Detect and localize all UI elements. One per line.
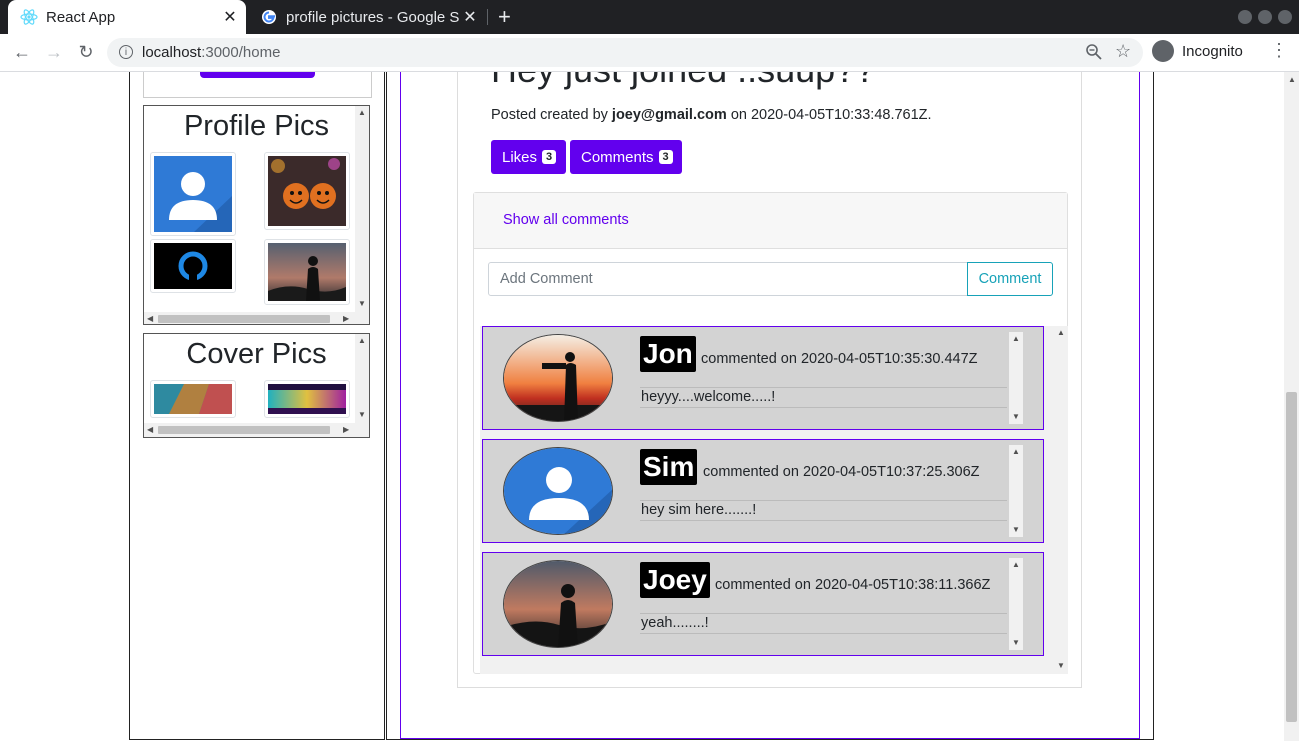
tab-profile-pictures[interactable]: profile pictures - Google S ✕	[248, 0, 486, 34]
default-avatar-image	[154, 156, 232, 232]
url-path: :3000/home	[201, 44, 281, 61]
comment-scrollbar[interactable]: ▲ ▼	[1009, 332, 1023, 424]
post-title: Hey just joined ..suup??	[491, 72, 875, 91]
cover-pic-thumb[interactable]	[264, 380, 350, 418]
comment-meta: commented on 2020-04-05T10:37:25.306Z	[703, 464, 980, 480]
profile-pic-thumb[interactable]	[264, 239, 350, 305]
info-icon[interactable]: i	[119, 45, 133, 59]
forward-icon[interactable]: →	[42, 40, 66, 64]
comment-text: yeah........!	[640, 613, 1007, 634]
comment-submit-button[interactable]: Comment	[967, 262, 1053, 296]
post-meta-prefix: Posted created by	[491, 107, 608, 123]
profile-pics-hscroll[interactable]: ◀ ▶	[144, 312, 369, 324]
browser-menu-icon[interactable]: ⋮	[1270, 40, 1288, 61]
browser-tab-strip: React App ✕ profile pictures - Google S …	[0, 0, 1299, 34]
cover-pic-thumb[interactable]	[150, 380, 236, 418]
cover-pics-title: Cover Pics	[186, 338, 327, 370]
close-window-icon[interactable]	[1278, 10, 1292, 24]
scroll-up-icon[interactable]: ▲	[1288, 75, 1296, 84]
add-comment-input[interactable]	[488, 262, 968, 296]
comments-button[interactable]: Comments 3	[570, 140, 682, 174]
zoom-icon[interactable]	[1085, 43, 1103, 61]
comment-avatar	[503, 560, 613, 648]
bookmark-star-icon[interactable]: ☆	[1115, 41, 1131, 62]
silhouette-image	[268, 243, 346, 301]
logo-image	[154, 243, 232, 289]
comment-meta: commented on 2020-04-05T10:38:11.366Z	[715, 577, 991, 593]
address-bar[interactable]: i localhost:3000/home	[107, 38, 1143, 67]
google-icon	[260, 8, 278, 26]
react-icon	[20, 8, 38, 26]
comment-item: Sim commented on 2020-04-05T10:37:25.306…	[482, 439, 1044, 543]
page-scrollbar-thumb[interactable]	[1286, 392, 1297, 722]
cover-image-bokeh	[268, 384, 346, 414]
tab-separator	[487, 9, 488, 25]
likes-button[interactable]: Likes 3	[491, 140, 566, 174]
post-meta: Posted created by joey@gmail.com on 2020…	[491, 107, 932, 123]
url-host: localhost	[142, 44, 202, 61]
page-viewport: Profile Pics ▲ ▼ ◀ ▶ Cover Pics ▲ ▼ ◀ ▶ …	[0, 72, 1284, 741]
comment-item: Jon commented on 2020-04-05T10:35:30.447…	[482, 326, 1044, 430]
page-scrollbar[interactable]: ▲	[1284, 72, 1299, 741]
comment-meta: commented on 2020-04-05T10:35:30.447Z	[701, 351, 978, 367]
url-text: localhost:3000/home	[142, 44, 280, 61]
cover-pics-vscroll[interactable]: ▲ ▼	[355, 334, 369, 423]
minimize-icon[interactable]	[1238, 10, 1252, 24]
cover-pics-panel: Cover Pics ▲ ▼ ◀ ▶	[143, 333, 370, 438]
browser-toolbar: ← → ↻ i localhost:3000/home	[0, 34, 1299, 72]
cover-image-polygon	[154, 384, 232, 414]
profile-pic-thumb[interactable]	[150, 239, 236, 293]
comment-avatar	[503, 447, 613, 535]
incognito-label: Incognito	[1182, 42, 1243, 60]
new-tab-icon[interactable]: +	[498, 4, 511, 30]
comment-scrollbar[interactable]: ▲ ▼	[1009, 558, 1023, 650]
maximize-icon[interactable]	[1258, 10, 1272, 24]
comment-list-scrollbar[interactable]: ▲ ▼	[1054, 326, 1068, 674]
comment-author: Jon	[640, 336, 696, 372]
likes-label: Likes	[502, 148, 538, 166]
likes-count-badge: 3	[542, 150, 557, 164]
tab-title: profile pictures - Google S	[286, 8, 460, 26]
hscroll-thumb[interactable]	[158, 426, 330, 434]
comment-author: Joey	[640, 562, 710, 598]
comment-scrollbar[interactable]: ▲ ▼	[1009, 445, 1023, 537]
comments-header: Show all comments	[474, 193, 1067, 249]
comment-text: heyyy....welcome.....!	[640, 387, 1007, 408]
post-date: on 2020-04-05T10:33:48.761Z.	[730, 107, 932, 123]
comment-list: ▲ ▼ Jon commented on 2020-04-05T10:35:30…	[480, 326, 1068, 674]
comment-avatar	[503, 334, 613, 422]
reload-icon[interactable]: ↻	[74, 40, 98, 64]
profile-action-button[interactable]	[200, 72, 315, 78]
profile-pic-thumb[interactable]	[150, 152, 236, 236]
comment-item: Joey commented on 2020-04-05T10:38:11.36…	[482, 552, 1044, 656]
comment-text: hey sim here.......!	[640, 500, 1007, 521]
cover-pics-hscroll[interactable]: ◀ ▶	[144, 423, 369, 437]
incognito-icon	[1152, 40, 1174, 62]
tab-title: React App	[46, 8, 116, 26]
comment-author: Sim	[640, 449, 698, 485]
hscroll-thumb[interactable]	[158, 315, 330, 323]
close-tab-icon[interactable]: ✕	[220, 7, 240, 27]
smiley-balloons-image	[268, 156, 346, 226]
incognito-indicator[interactable]: Incognito	[1152, 40, 1243, 62]
comments-count-badge: 3	[658, 150, 673, 164]
profile-pics-title: Profile Pics	[183, 110, 330, 142]
profile-pics-panel: Profile Pics ▲ ▼ ◀ ▶	[143, 105, 370, 325]
profile-pic-thumb[interactable]	[264, 152, 350, 230]
comments-card: Show all comments Comment ▲ ▼ Jon commen…	[473, 192, 1068, 674]
profile-pics-vscroll[interactable]: ▲ ▼	[355, 106, 369, 312]
comments-label: Comments	[581, 148, 654, 166]
close-tab-icon[interactable]: ✕	[460, 7, 480, 27]
post-author: joey@gmail.com	[611, 107, 727, 123]
tab-react-app[interactable]: React App ✕	[8, 0, 246, 34]
show-all-comments-link[interactable]: Show all comments	[503, 212, 629, 228]
back-icon[interactable]: ←	[10, 40, 34, 64]
